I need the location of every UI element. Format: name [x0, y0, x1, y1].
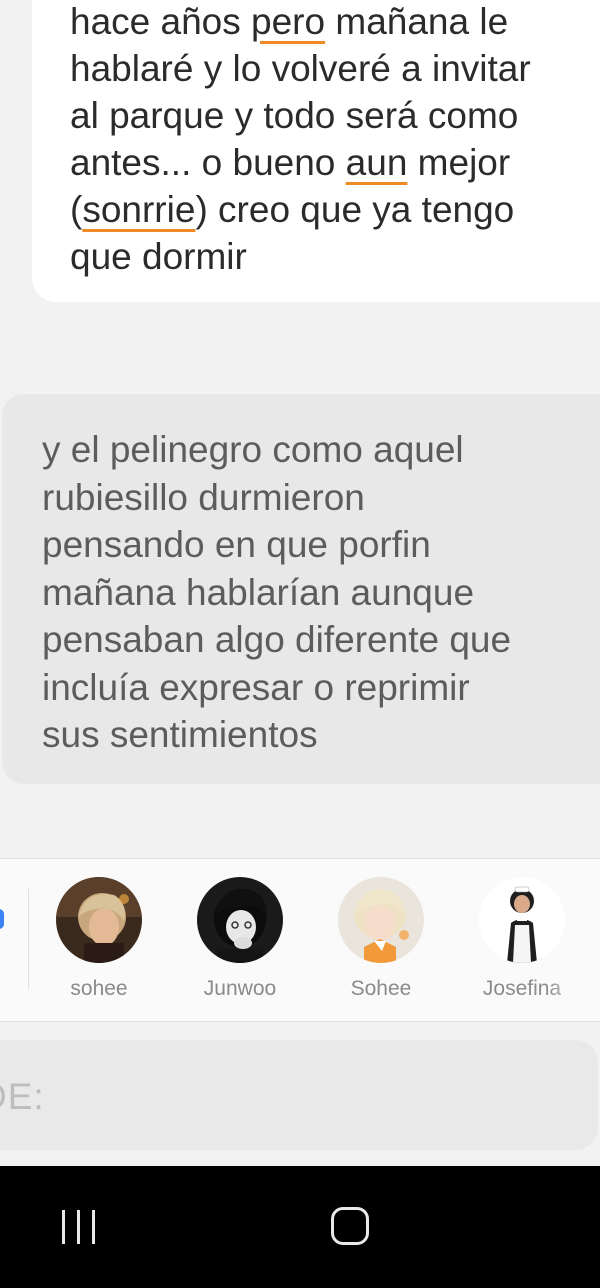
avatar	[338, 877, 424, 963]
text-segment: hace años	[70, 1, 252, 42]
character-name: sohee	[70, 977, 128, 1000]
maid-girl-portrait-icon	[479, 877, 565, 963]
character-item-sohee-2[interactable]: Sohee	[321, 877, 441, 1001]
avatar	[56, 877, 142, 963]
misspelled-word[interactable]: sonrrie	[82, 189, 195, 230]
blond-boy-portrait-icon	[56, 877, 142, 963]
input-placeholder: DE:	[0, 1076, 45, 1117]
message-line: (sonrrie) creo que ya tengo	[70, 186, 590, 233]
misspelled-word[interactable]: pero	[251, 1, 325, 42]
recent-apps-icon[interactable]	[58, 1210, 102, 1244]
divider	[28, 889, 29, 989]
text-segment: antes... o bueno	[70, 142, 346, 183]
message-line: incluía expresar o reprimir	[42, 666, 470, 708]
message-line: hace años pero mañana le	[70, 0, 590, 45]
home-icon[interactable]	[331, 1207, 369, 1245]
text-segment: hablaré y lo volveré a invitar	[70, 48, 531, 89]
message-line: al parque y todo será como	[70, 92, 590, 139]
text-segment: mañana le	[325, 1, 509, 42]
message-line: y el pelinegro como aquel	[42, 429, 464, 470]
text-segment: que dormir	[70, 236, 247, 277]
user-message-text: hace años pero mañana le hablaré y lo vo…	[70, 0, 590, 280]
text-segment: mejor	[407, 142, 511, 183]
character-item-sohee[interactable]: sohee	[39, 877, 159, 1001]
message-line: sus sentimientos	[42, 714, 318, 755]
character-name: Sohee	[350, 977, 412, 1000]
system-navigation-bar	[0, 1166, 600, 1288]
character-item-junwoo[interactable]: Junwoo	[180, 877, 300, 1001]
text-segment: ) creo que ya tengo	[195, 189, 515, 230]
avatar	[197, 877, 283, 963]
text-segment: (	[70, 189, 83, 230]
misspelled-word[interactable]: aun	[346, 142, 408, 183]
narrator-selector-edge[interactable]	[0, 909, 4, 929]
text-segment: al parque y todo será como	[70, 95, 519, 136]
character-item-josefina[interactable]: Josefina	[462, 877, 582, 1001]
user-message-bubble[interactable]: hace años pero mañana le hablaré y lo vo…	[32, 0, 600, 302]
message-line: mañana hablarían aunque	[42, 571, 475, 613]
character-name: Junwoo	[203, 977, 277, 1000]
message-input-field[interactable]: DE:	[0, 1040, 598, 1150]
dark-haired-boy-portrait-icon	[197, 877, 283, 963]
blond-boy-orange-shirt-portrait-icon	[338, 877, 424, 963]
message-line: hablaré y lo volveré a invitar	[70, 45, 590, 92]
message-line: pensando en que porfin	[42, 524, 431, 565]
character-name: Josefina	[462, 977, 582, 1001]
narrator-message-bubble[interactable]: y el pelinegro como aquel rubiesillo dur…	[2, 394, 600, 784]
narrator-message-text: y el pelinegro como aquel rubiesillo dur…	[42, 426, 582, 759]
message-line: rubiesillo durmieron	[42, 476, 365, 518]
message-line: antes... o bueno aun mejor	[70, 139, 590, 186]
avatar	[479, 877, 565, 963]
character-selector-bar: sohee Junwoo Sohee Josefina	[0, 858, 600, 1022]
message-line: que dormir	[70, 233, 590, 280]
message-line: pensaban algo diferente que	[42, 619, 512, 660]
